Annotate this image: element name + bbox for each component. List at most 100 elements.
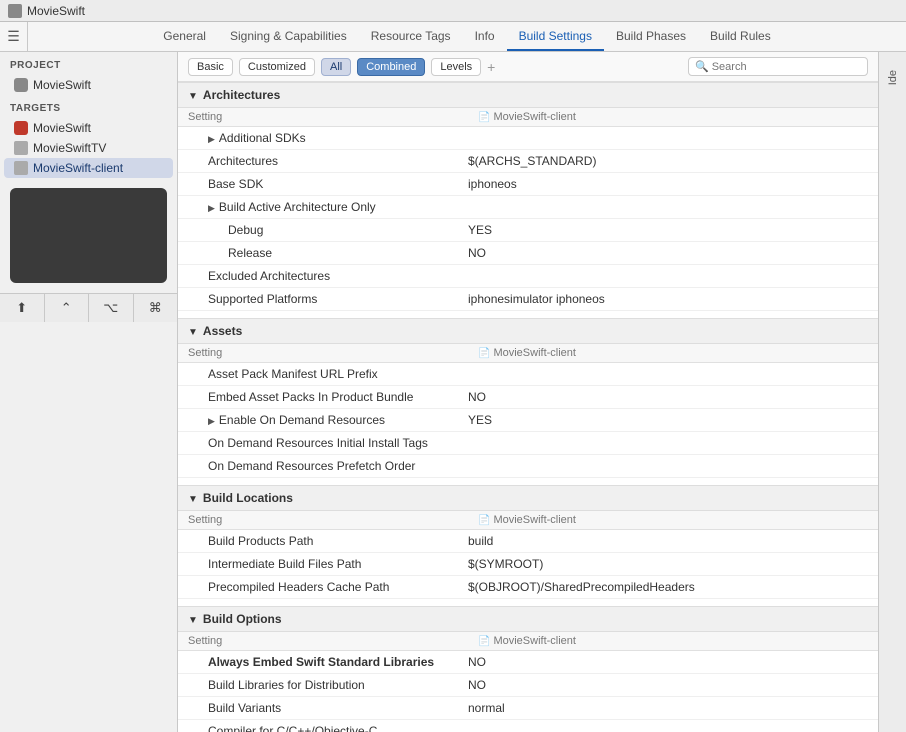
table-row[interactable]: Precompiled Headers Cache Path$(OBJROOT)…: [178, 576, 878, 599]
tab-build-phases[interactable]: Build Phases: [604, 22, 698, 51]
setting-name-cell: Intermediate Build Files Path: [178, 553, 458, 576]
basic-filter-button[interactable]: Basic: [188, 58, 233, 76]
setting-value-cell: NO: [458, 674, 878, 697]
sidebar-item-label-1: MovieSwiftTV: [33, 141, 106, 155]
targets-section-label: TARGETS: [0, 95, 177, 118]
settings-scroll[interactable]: ▼ArchitecturesSetting📄MovieSwift-client▶…: [178, 82, 878, 732]
levels-filter-button[interactable]: Levels: [431, 58, 481, 76]
setting-value-cell: [458, 127, 878, 150]
table-row[interactable]: Architectures$(ARCHS_STANDARD): [178, 150, 878, 173]
add-setting-button[interactable]: +: [487, 59, 495, 75]
section-triangle-icon: ▼: [188, 327, 198, 338]
col-setting-label: Setting: [178, 511, 458, 530]
setting-name-cell: Release: [178, 242, 458, 265]
tab-resource-tags[interactable]: Resource Tags: [359, 22, 463, 51]
client-icon: [14, 161, 28, 175]
table-row[interactable]: Build Variantsnormal: [178, 697, 878, 720]
setting-name-cell: Architectures: [178, 150, 458, 173]
setting-value-cell: YES: [458, 219, 878, 242]
target-doc-icon: 📄: [478, 348, 490, 359]
table-row[interactable]: DebugYES: [178, 219, 878, 242]
col-target-label: 📄MovieSwift-client: [458, 344, 878, 363]
tv-icon: [14, 141, 28, 155]
nav-toggle-button[interactable]: ☰: [0, 22, 28, 51]
table-row[interactable]: Build Libraries for DistributionNO: [178, 674, 878, 697]
setting-value-cell: NO: [458, 386, 878, 409]
main-layout: PROJECT MovieSwift TARGETS MovieSwiftMov…: [0, 52, 906, 732]
tab-build-settings[interactable]: Build Settings: [507, 22, 604, 51]
search-icon: 🔍: [695, 60, 709, 73]
title-bar: MovieSwift: [0, 0, 906, 22]
table-row[interactable]: Supported Platformsiphonesimulator iphon…: [178, 288, 878, 311]
tab-info[interactable]: Info: [463, 22, 507, 51]
expand-icon: ▶: [208, 134, 215, 144]
target-doc-icon: 📄: [478, 515, 490, 526]
app-icon: [14, 121, 28, 135]
setting-value-cell: [458, 432, 878, 455]
setting-value-cell: [458, 196, 878, 219]
table-row[interactable]: ▶Additional SDKs: [178, 127, 878, 150]
sidebar-ctrl-3[interactable]: ⌘: [134, 294, 178, 322]
sidebar-preview: [10, 188, 167, 283]
table-row[interactable]: On Demand Resources Initial Install Tags: [178, 432, 878, 455]
setting-value-cell: $(SYMROOT): [458, 553, 878, 576]
col-setting-label: Setting: [178, 344, 458, 363]
search-input[interactable]: [712, 61, 861, 73]
table-row[interactable]: Compiler for C/C++/Objective-C: [178, 720, 878, 732]
setting-name-cell: On Demand Resources Prefetch Order: [178, 455, 458, 478]
section-triangle-icon: ▼: [188, 615, 198, 626]
sidebar-item-target-2[interactable]: MovieSwift-client: [4, 158, 173, 178]
setting-name-cell: Always Embed Swift Standard Libraries: [178, 651, 458, 674]
sidebar-targets: MovieSwift MovieSwiftTV MovieSwift-client: [0, 118, 177, 178]
sidebar-item-project[interactable]: MovieSwift: [4, 75, 173, 95]
sidebar-item-target-1[interactable]: MovieSwiftTV: [4, 138, 173, 158]
sidebar-ctrl-2[interactable]: ⌥: [89, 294, 134, 322]
table-row[interactable]: Base SDKiphoneos: [178, 173, 878, 196]
expand-icon: ▶: [208, 203, 215, 213]
right-panel-label: Ide: [887, 70, 899, 85]
settings-table: ▼ArchitecturesSetting📄MovieSwift-client▶…: [178, 82, 878, 732]
customized-filter-button[interactable]: Customized: [239, 58, 315, 76]
expand-icon: ▶: [208, 416, 215, 426]
right-panel: Ide: [878, 52, 906, 732]
target-doc-icon: 📄: [478, 112, 490, 123]
table-row[interactable]: Intermediate Build Files Path$(SYMROOT): [178, 553, 878, 576]
table-row[interactable]: Asset Pack Manifest URL Prefix: [178, 363, 878, 386]
table-row[interactable]: ▶Build Active Architecture Only: [178, 196, 878, 219]
col-target-label: 📄MovieSwift-client: [458, 108, 878, 127]
setting-value-cell: [458, 265, 878, 288]
section-header-architectures[interactable]: ▼Architectures: [178, 83, 878, 108]
table-row[interactable]: Build Products Pathbuild: [178, 530, 878, 553]
tab-general[interactable]: General: [151, 22, 218, 51]
setting-value-cell: YES: [458, 409, 878, 432]
col-header-architectures: Setting📄MovieSwift-client: [178, 108, 878, 127]
setting-name-cell: Base SDK: [178, 173, 458, 196]
search-box[interactable]: 🔍: [688, 57, 868, 76]
setting-value-cell: $(ARCHS_STANDARD): [458, 150, 878, 173]
sidebar-controls: ⬆⌃⌥⌘: [0, 293, 177, 322]
table-row[interactable]: ReleaseNO: [178, 242, 878, 265]
setting-name-cell: Build Libraries for Distribution: [178, 674, 458, 697]
table-row[interactable]: Always Embed Swift Standard LibrariesNO: [178, 651, 878, 674]
setting-name-cell: Supported Platforms: [178, 288, 458, 311]
sidebar-item-label-0: MovieSwift: [33, 121, 91, 135]
section-header-build-locations[interactable]: ▼Build Locations: [178, 486, 878, 511]
setting-name-cell: Excluded Architectures: [178, 265, 458, 288]
setting-value-cell: NO: [458, 651, 878, 674]
table-row[interactable]: Excluded Architectures: [178, 265, 878, 288]
sidebar-ctrl-0[interactable]: ⬆: [0, 294, 45, 322]
all-filter-button[interactable]: All: [321, 58, 351, 76]
setting-value-cell: iphoneos: [458, 173, 878, 196]
combined-filter-button[interactable]: Combined: [357, 58, 425, 76]
table-row[interactable]: ▶Enable On Demand ResourcesYES: [178, 409, 878, 432]
setting-name-cell: On Demand Resources Initial Install Tags: [178, 432, 458, 455]
sidebar-ctrl-1[interactable]: ⌃: [45, 294, 90, 322]
tab-build-rules[interactable]: Build Rules: [698, 22, 783, 51]
tab-signing[interactable]: Signing & Capabilities: [218, 22, 359, 51]
section-header-build-options[interactable]: ▼Build Options: [178, 607, 878, 632]
section-header-assets[interactable]: ▼Assets: [178, 319, 878, 344]
sidebar-item-label-2: MovieSwift-client: [33, 161, 123, 175]
table-row[interactable]: Embed Asset Packs In Product BundleNO: [178, 386, 878, 409]
table-row[interactable]: On Demand Resources Prefetch Order: [178, 455, 878, 478]
sidebar-item-target-0[interactable]: MovieSwift: [4, 118, 173, 138]
